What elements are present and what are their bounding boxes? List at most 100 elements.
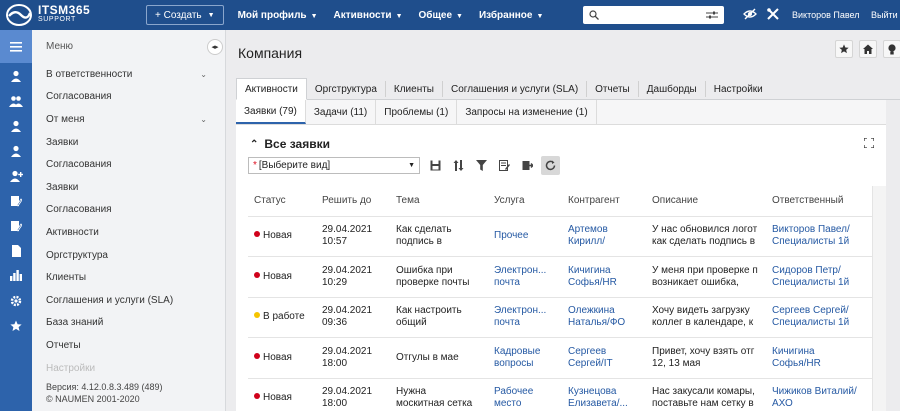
contractor-link[interactable]: Сергеев Сергей/IT <box>562 337 646 379</box>
sidebar-icon-group[interactable] <box>0 88 32 113</box>
service-link[interactable]: Электрон... почта <box>488 297 562 338</box>
owner-link[interactable]: Викторов Павел/Специалисты 1й <box>766 216 872 257</box>
sub-tab[interactable]: Заявки (79) <box>236 100 306 124</box>
column-header[interactable]: Услуга <box>488 186 562 217</box>
contractor-link[interactable]: Олежкина Наталья/ФО <box>562 297 646 338</box>
sidebar-icon-documents[interactable] <box>0 238 32 263</box>
export-button[interactable] <box>518 156 537 175</box>
nav-general[interactable]: Общее ▼ <box>419 10 463 21</box>
table-row[interactable]: Новая 29.04.2021 18:00 Нужна москитная сетка… <box>248 378 872 411</box>
sidebar-menu-item[interactable]: Согласования <box>32 153 225 176</box>
table-scrollbar[interactable] <box>872 186 886 411</box>
owner-link[interactable]: Сергеев Сергей/Специалисты 1й <box>766 297 872 338</box>
column-header[interactable]: Тема <box>390 186 488 217</box>
sidebar-menu-item[interactable]: Оргструктура <box>32 244 225 267</box>
sidebar-icon-edit-2[interactable] <box>0 213 32 238</box>
sidebar-menu-item[interactable]: Активности <box>32 221 225 244</box>
main-tab[interactable]: Оргструктура <box>307 81 386 97</box>
sidebar-menu-item[interactable]: Отчеты <box>32 334 225 357</box>
list-title[interactable]: ⌃ Все заявки <box>250 137 330 151</box>
refresh-button[interactable] <box>541 156 560 175</box>
sub-tab[interactable]: Запросы на изменение (1) <box>457 100 597 124</box>
sidebar-icon-settings[interactable] <box>0 288 32 313</box>
favorite-button[interactable] <box>835 40 853 58</box>
search-input[interactable] <box>583 6 724 24</box>
sidebar-menu-item[interactable]: Заявки <box>32 131 225 154</box>
sidebar-menu-item[interactable]: Согласования <box>32 86 225 109</box>
edit-list-icon <box>499 160 510 171</box>
tools-icon[interactable] <box>767 8 779 20</box>
home-button[interactable] <box>859 40 877 58</box>
sub-tab[interactable]: Задачи (11) <box>306 100 377 124</box>
sidebar-icon-contacts[interactable] <box>0 138 32 163</box>
sidebar-menu-item-label: Клиенты <box>46 272 87 284</box>
create-button[interactable]: + Создать ▼ <box>146 5 224 25</box>
main-tab[interactable]: Соглашения и услуги (SLA) <box>443 81 588 97</box>
nav-activities[interactable]: Активности ▼ <box>334 10 403 21</box>
nav-my-profile[interactable]: Мой профиль ▼ <box>238 10 318 21</box>
sidebar-menu-item[interactable]: Соглашения и услуги (SLA) <box>32 289 225 312</box>
sidebar-icon-add-user[interactable] <box>0 163 32 188</box>
sort-button[interactable] <box>449 156 468 175</box>
sidebar-menu-item[interactable]: Клиенты <box>32 266 225 289</box>
service-link[interactable]: Кадровые вопросы <box>488 337 562 379</box>
sidebar-icon-favorites[interactable] <box>0 313 32 338</box>
owner-link[interactable]: Сидоров Петр/Специалисты 1й <box>766 256 872 298</box>
eye-off-icon[interactable] <box>743 8 757 20</box>
filter-button[interactable] <box>472 156 491 175</box>
edit-list-button[interactable] <box>495 156 514 175</box>
service-link[interactable]: Прочее <box>488 216 562 257</box>
fullscreen-icon[interactable] <box>864 138 874 148</box>
collapse-menu-button[interactable]: ◂▸ <box>207 39 223 55</box>
status-dot-icon <box>254 231 260 238</box>
main-tab[interactable]: Клиенты <box>386 81 443 97</box>
owner-link[interactable]: Кичигина Софья/HR <box>766 337 872 379</box>
save-view-button[interactable] <box>426 156 445 175</box>
nav-favorites[interactable]: Избранное ▼ <box>479 10 543 21</box>
requests-table: Статус Решить до Тема Услуга Контрагент Описа… <box>248 186 872 411</box>
tips-button[interactable] <box>883 40 900 58</box>
service-link[interactable]: Рабочее место <box>488 378 562 411</box>
sidebar-menu-item[interactable]: Заявки <box>32 176 225 199</box>
owner-link[interactable]: Чижиков Виталий/АХО <box>766 378 872 411</box>
sidebar-menu-item[interactable]: Настройки <box>32 357 225 380</box>
main-tab[interactable]: Активности <box>236 78 307 100</box>
sidebar-icon-edit[interactable] <box>0 188 32 213</box>
column-header[interactable]: Ответственный <box>766 186 872 217</box>
contractor-link[interactable]: Кузнецова Елизавета/... <box>562 378 646 411</box>
view-select[interactable]: * [Выберите вид] ▼ <box>248 157 420 174</box>
sub-tab[interactable]: Проблемы (1) <box>376 100 458 124</box>
sidebar-icon-reports[interactable] <box>0 263 32 288</box>
sidebar-menu-item[interactable]: В ответственности ⌄ <box>32 63 225 86</box>
main-tab[interactable]: Настройки <box>706 81 771 97</box>
column-header[interactable]: Решить до <box>316 186 390 217</box>
main-tab[interactable]: Отчеты <box>587 81 639 97</box>
main-content: Компания Активности Оргструктура Клиенты Со… <box>226 30 900 411</box>
table-row[interactable]: Новая 29.04.2021 10:29 Ошибка при проверке п… <box>248 256 872 298</box>
chevron-up-icon: ⌃ <box>250 138 259 150</box>
sidebar-icon-responsible[interactable] <box>0 63 32 88</box>
column-header[interactable]: Описание <box>646 186 766 217</box>
table-row[interactable]: В работе 29.04.2021 09:36 Как настроить общи… <box>248 297 872 338</box>
contractor-link[interactable]: Артемов Кирилл/ <box>562 216 646 257</box>
sidebar-menu-item[interactable]: Согласования <box>32 199 225 222</box>
sidebar-menu-item-label: Отчеты <box>46 339 81 351</box>
contractor-link[interactable]: Кичигина Софья/HR <box>562 256 646 298</box>
sidebar-menu-item[interactable]: От меня ⌄ <box>32 108 225 131</box>
column-header[interactable]: Статус <box>248 186 316 217</box>
status-dot-icon <box>254 271 260 278</box>
table-row[interactable]: Новая 29.04.2021 18:00 Отгулы в мае Кадровые… <box>248 337 872 379</box>
table-row[interactable]: Новая 29.04.2021 10:57 Как сделать подпись в… <box>248 216 872 257</box>
column-header[interactable]: Контрагент <box>562 186 646 217</box>
logout-link[interactable]: Выйти <box>871 10 898 20</box>
chevron-down-icon: ⌄ <box>200 69 207 79</box>
user-name[interactable]: Викторов Павел <box>792 10 860 20</box>
logo[interactable]: ITSM365 SUPPORT <box>0 0 140 30</box>
navigation-menu: Меню ◂▸ В ответственности ⌄ Согласования От… <box>32 30 226 411</box>
main-tab[interactable]: Дашборды <box>639 81 706 97</box>
sidebar-icon-from-me[interactable] <box>0 113 32 138</box>
filter-settings-icon[interactable] <box>706 10 718 20</box>
sidebar-menu-item[interactable]: База знаний <box>32 312 225 335</box>
service-link[interactable]: Электрон... почта <box>488 256 562 298</box>
menu-toggle-button[interactable] <box>0 30 32 63</box>
